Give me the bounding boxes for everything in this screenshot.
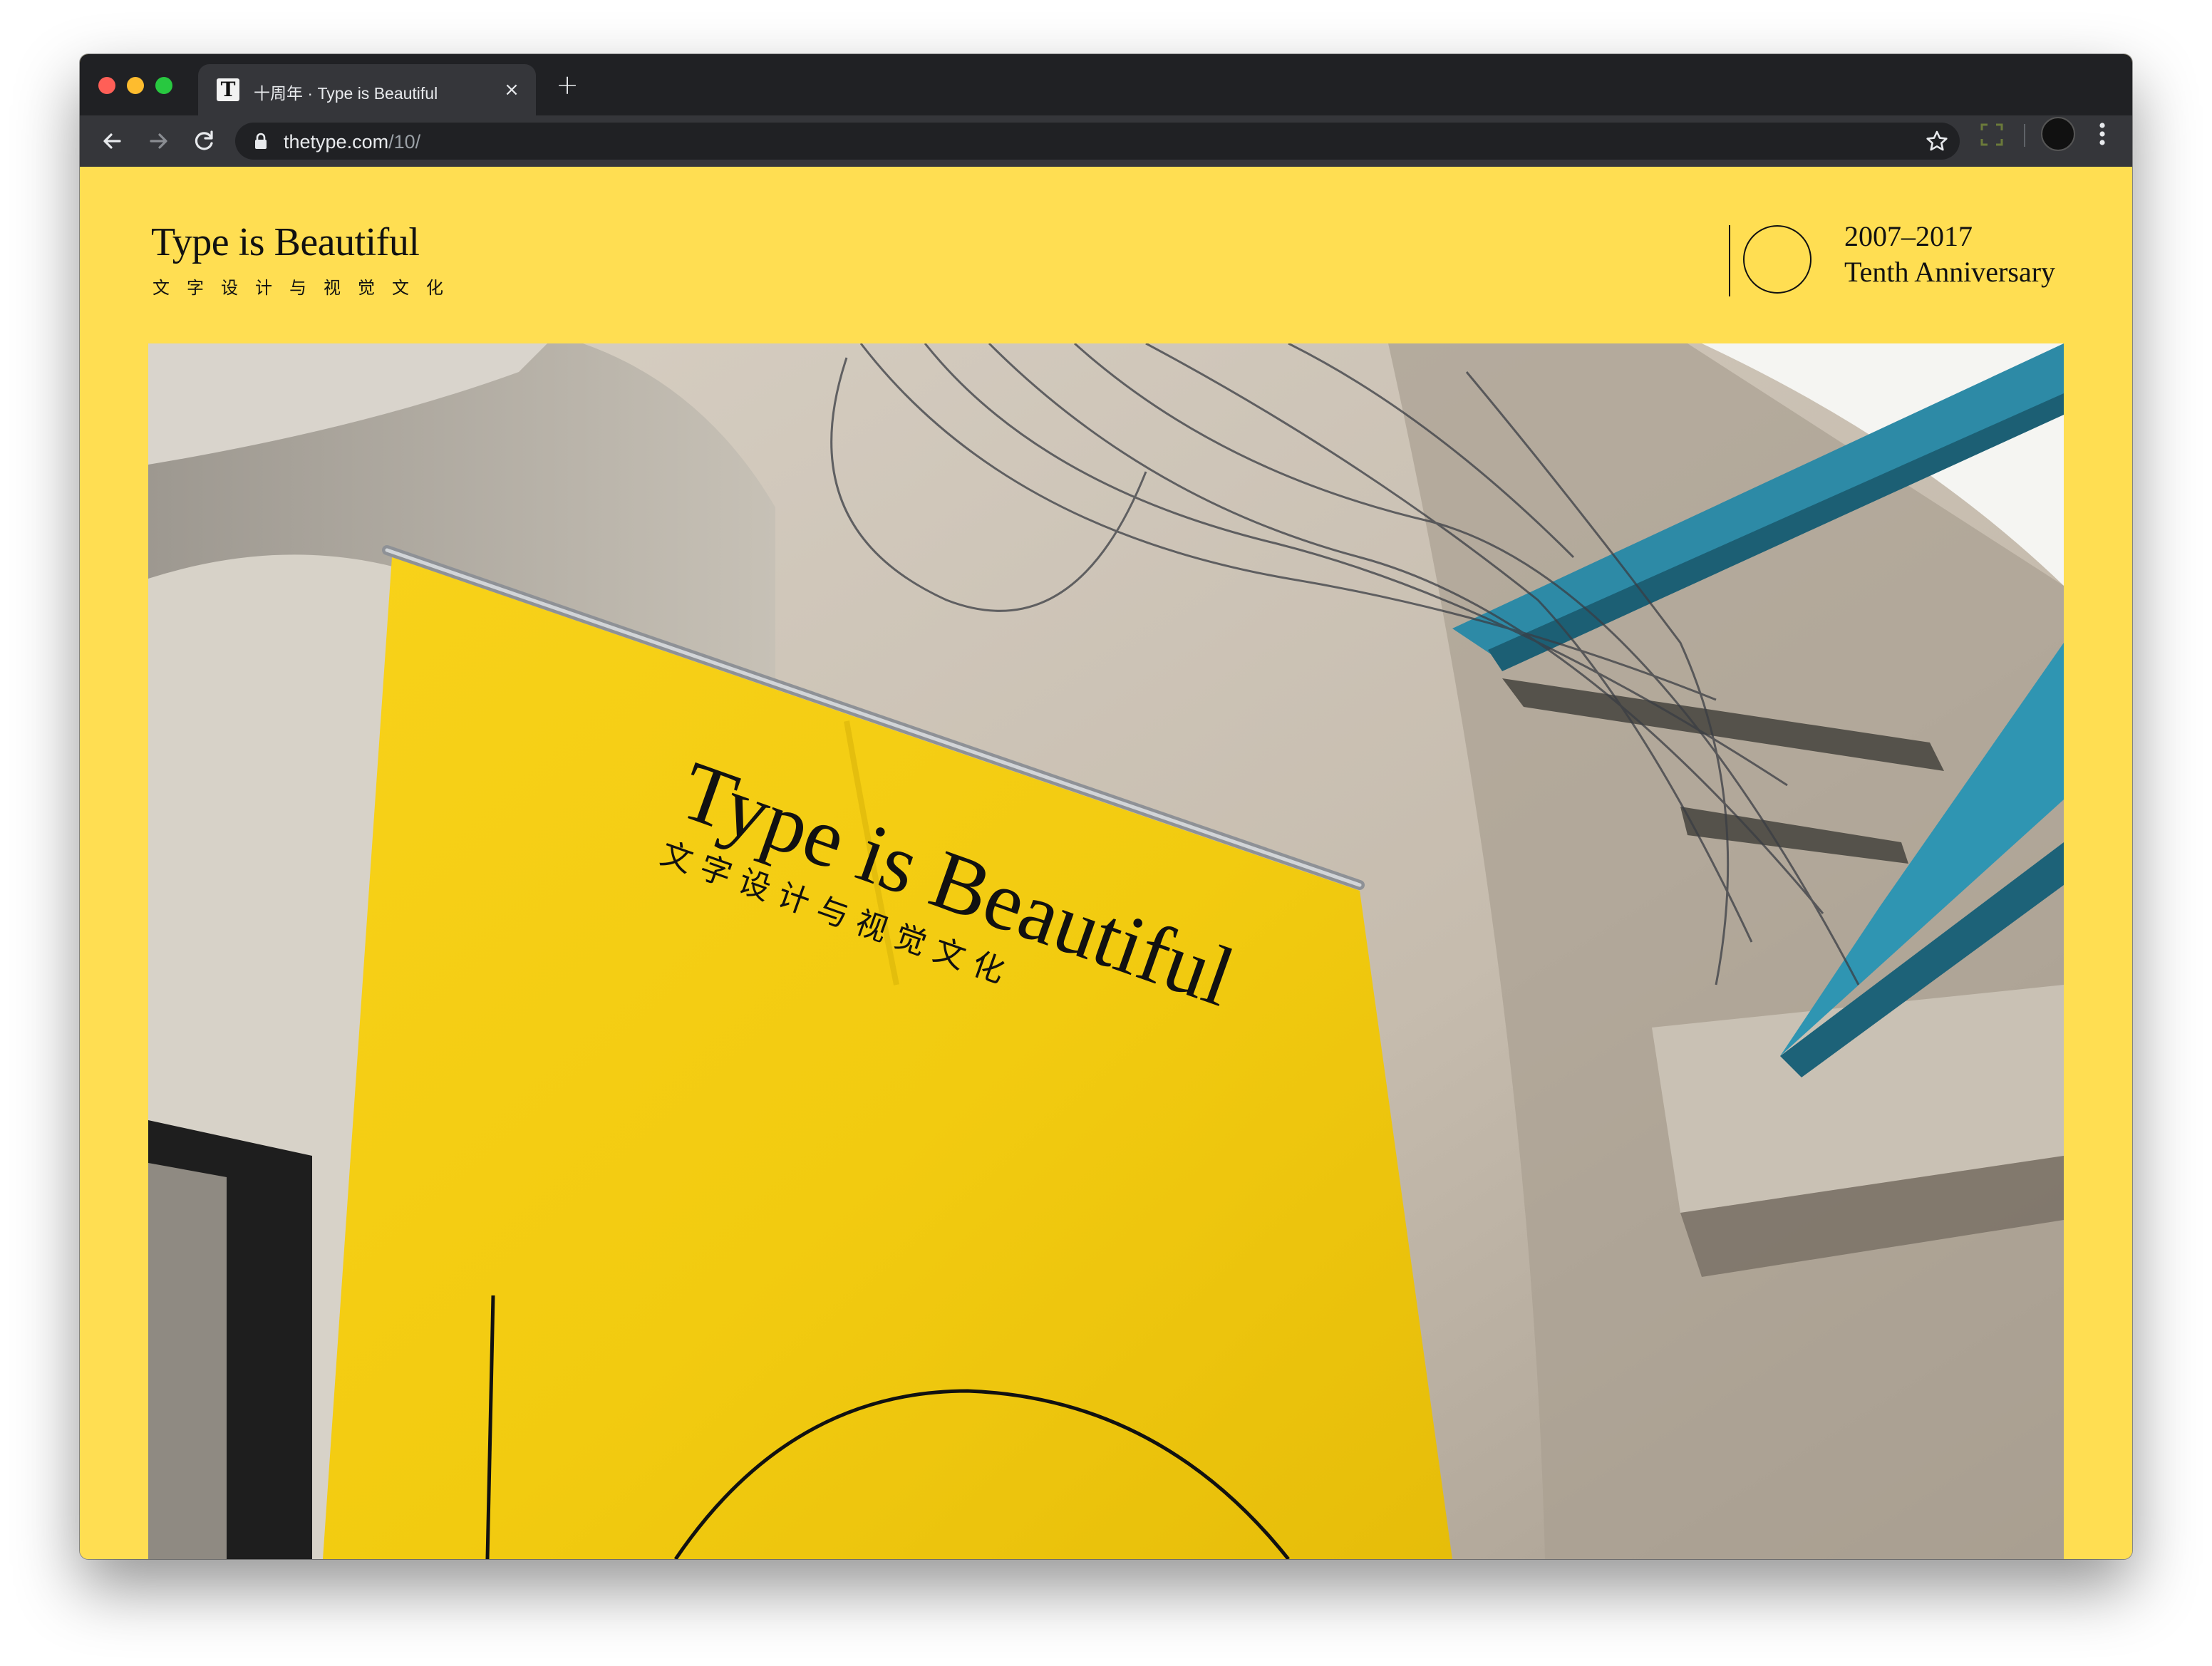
minimize-window-button[interactable]	[127, 77, 144, 94]
hero-photo-illustration: Type is Beautiful 文 字 设 计 与 视 觉 文 化	[148, 343, 2064, 1559]
browser-tab-active[interactable]: T 十周年 · Type is Beautiful ×	[198, 64, 536, 115]
more-menu-icon[interactable]	[2097, 120, 2108, 148]
site-logo-title[interactable]: Type is Beautiful	[151, 219, 420, 265]
back-arrow-icon[interactable]	[97, 125, 128, 157]
browser-toolbar: thetype.com/10/	[80, 115, 2132, 167]
toolbar-divider	[2024, 124, 2025, 147]
site-logo-subtitle: 文字设计与视觉文化	[153, 278, 460, 298]
site-favicon-icon: T	[217, 78, 239, 101]
url-text: thetype.com/10/	[284, 131, 420, 153]
web-page: Type is Beautiful 文字设计与视觉文化 2007–2017 Te…	[80, 167, 2132, 1559]
profile-avatar[interactable]	[2041, 117, 2075, 151]
tab-strip: T 十周年 · Type is Beautiful × +	[80, 54, 2132, 115]
anniversary-label: Tenth Anniversary	[1844, 256, 2056, 288]
reload-icon[interactable]	[188, 125, 219, 157]
new-tab-button[interactable]: +	[553, 71, 582, 100]
close-window-button[interactable]	[98, 77, 115, 94]
extension-icon[interactable]	[1980, 123, 2004, 147]
maximize-window-button[interactable]	[155, 77, 172, 94]
forward-arrow-icon[interactable]	[143, 125, 174, 157]
tab-title: 十周年 · Type is Beautiful	[254, 84, 438, 103]
anniversary-years: 2007–2017	[1844, 220, 1973, 252]
tab-close-icon[interactable]: ×	[499, 77, 524, 103]
hero-photo: Type is Beautiful 文 字 设 计 与 视 觉 文 化	[148, 343, 2064, 1559]
anniversary-logo-line	[1729, 225, 1730, 296]
url-path: /10/	[388, 131, 421, 152]
anniversary-circle-icon	[1743, 225, 1812, 294]
lock-icon[interactable]	[254, 133, 268, 150]
browser-window: T 十周年 · Type is Beautiful × + thetype.co…	[80, 54, 2132, 1559]
address-bar[interactable]: thetype.com/10/	[235, 123, 1960, 160]
bookmark-star-icon[interactable]	[1924, 128, 1950, 154]
url-host: thetype.com	[284, 131, 389, 152]
